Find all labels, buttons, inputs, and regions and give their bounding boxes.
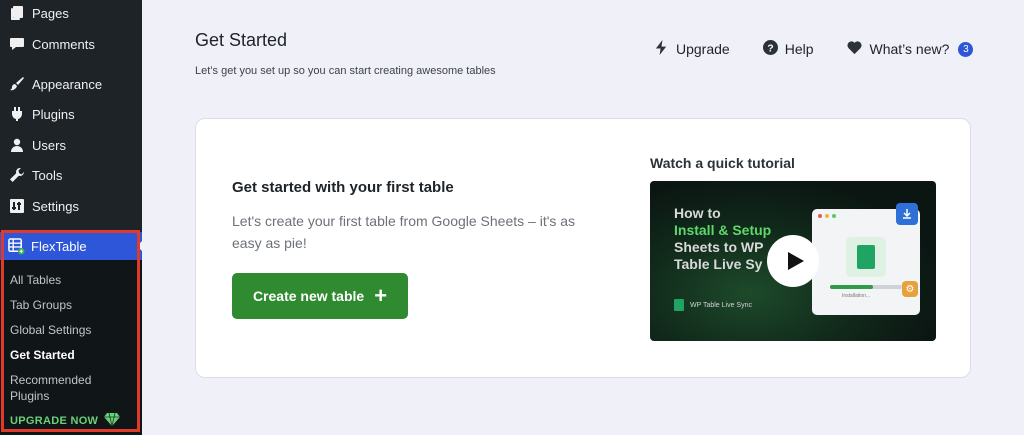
submenu-item-recommended-plugins[interactable]: Recommended Plugins xyxy=(10,372,106,404)
upgrade-link-label: Upgrade xyxy=(676,41,730,57)
sidebar-item-label: Settings xyxy=(32,198,79,214)
submenu-item-global-settings[interactable]: Global Settings xyxy=(10,322,91,338)
appearance-icon xyxy=(7,74,27,94)
video-brand: WP Table Live Sync xyxy=(674,299,752,311)
brand-logo-icon xyxy=(674,299,684,311)
create-button-label: Create new table xyxy=(252,288,365,304)
sidebar-item-tools[interactable]: Tools xyxy=(0,160,142,190)
create-new-table-button[interactable]: Create new table + xyxy=(232,273,408,319)
get-started-card: Get started with your first table Let's … xyxy=(195,118,971,378)
video-title-line: Install & Setup xyxy=(674,222,772,238)
plugins-icon xyxy=(7,104,27,124)
diamond-icon xyxy=(104,412,121,429)
card-description: Let's create your first table from Googl… xyxy=(232,213,576,251)
flextable-submenu: All Tables Tab Groups Global Settings Ge… xyxy=(0,260,142,435)
sidebar-item-plugins[interactable]: Plugins xyxy=(0,99,142,129)
flextable-icon xyxy=(6,236,26,256)
pages-icon xyxy=(7,3,27,23)
window-dots xyxy=(818,214,836,218)
upgrade-link[interactable]: Upgrade xyxy=(654,40,730,58)
whats-new-label: What’s new? xyxy=(869,41,950,57)
admin-sidebar: Pages Comments Appearance Plugins Users … xyxy=(0,0,142,435)
users-icon xyxy=(7,135,27,155)
sidebar-item-comments[interactable]: Comments xyxy=(0,29,142,59)
upgrade-now-link[interactable]: UPGRADE NOW xyxy=(10,412,121,429)
plus-icon: + xyxy=(374,283,388,308)
lightning-icon xyxy=(654,40,669,58)
sidebar-item-label: Plugins xyxy=(32,106,75,122)
whats-new-link[interactable]: What’s new? 3 xyxy=(846,40,974,58)
play-button[interactable] xyxy=(767,235,819,287)
video-title-line: Sheets to WP xyxy=(674,239,764,255)
install-status: Installation... xyxy=(842,293,871,299)
tutorial-video[interactable]: How to Install & Setup Sheets to WP Tabl… xyxy=(650,181,936,341)
video-brand-label: WP Table Live Sync xyxy=(690,301,752,309)
tools-icon xyxy=(7,165,27,185)
gear-icon: ⚙ xyxy=(902,281,918,297)
sidebar-item-label: FlexTable xyxy=(31,238,87,254)
submenu-item-tab-groups[interactable]: Tab Groups xyxy=(10,297,72,313)
video-title-line: How to xyxy=(674,205,721,221)
sidebar-item-appearance[interactable]: Appearance xyxy=(0,69,142,99)
video-title-line: Table Live Sy xyxy=(674,256,763,272)
help-link[interactable]: ? Help xyxy=(762,40,814,58)
help-link-label: Help xyxy=(784,41,814,57)
sidebar-item-label: Users xyxy=(32,137,66,153)
page-title: Get Started xyxy=(195,30,288,50)
card-heading: Get started with your first table xyxy=(232,179,454,196)
sidebar-item-label: Tools xyxy=(32,167,63,183)
help-icon: ? xyxy=(762,40,778,58)
submenu-item-all-tables[interactable]: All Tables xyxy=(10,272,61,288)
upgrade-now-label: UPGRADE NOW xyxy=(10,414,99,427)
install-progress-bar xyxy=(830,285,902,289)
sidebar-item-pages[interactable]: Pages xyxy=(0,0,142,28)
sidebar-item-flextable[interactable]: FlexTable xyxy=(0,232,142,260)
sidebar-item-label: Appearance xyxy=(32,76,103,92)
download-icon xyxy=(896,203,918,225)
tutorial-title: Watch a quick tutorial xyxy=(650,155,795,171)
sheets-icon xyxy=(846,237,886,277)
header-links: Upgrade ? Help What’s new? 3 xyxy=(654,40,974,58)
play-icon xyxy=(788,252,804,270)
sidebar-item-users[interactable]: Users xyxy=(0,130,142,160)
sidebar-item-label: Pages xyxy=(32,5,69,21)
sidebar-item-settings[interactable]: Settings xyxy=(0,191,142,221)
comments-icon xyxy=(7,34,27,54)
svg-text:?: ? xyxy=(767,43,773,54)
settings-icon xyxy=(7,196,27,216)
heart-icon xyxy=(846,40,863,58)
page-subtitle: Let’s get you set up so you can start cr… xyxy=(195,65,496,77)
sidebar-item-label: Comments xyxy=(32,36,95,52)
whats-new-count-badge: 3 xyxy=(958,41,974,57)
submenu-item-get-started[interactable]: Get Started xyxy=(10,347,75,363)
